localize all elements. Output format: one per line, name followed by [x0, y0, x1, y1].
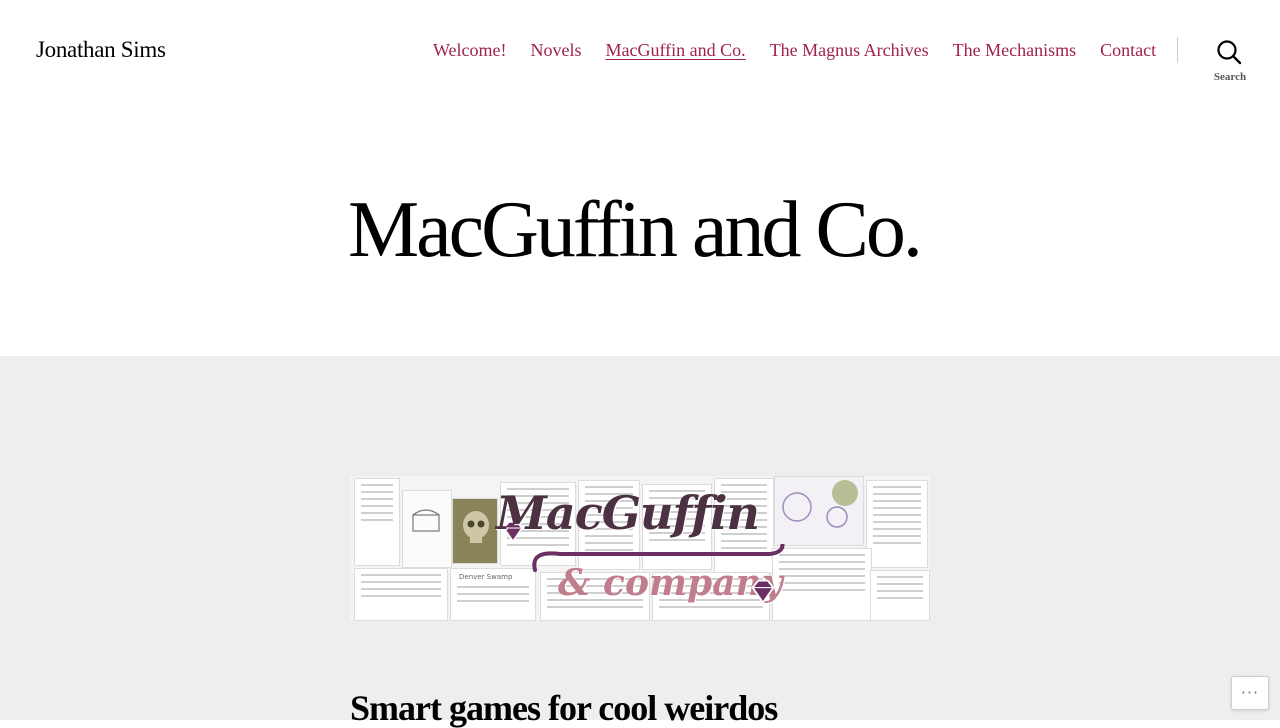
nav-item-contact[interactable]: Contact [1100, 38, 1156, 62]
page-title: MacGuffin and Co. [348, 186, 923, 274]
collage-sheet [402, 490, 452, 568]
nav-item-mechanisms[interactable]: The Mechanisms [953, 38, 1076, 62]
collage-sheet [354, 478, 400, 566]
search-icon [1217, 40, 1242, 65]
macguffin-banner-image: Denver Swamp MacGuffin & company [350, 476, 930, 621]
more-icon: ··· [1240, 683, 1260, 702]
search-button[interactable] [1215, 38, 1243, 66]
nav-item-welcome[interactable]: Welcome! [433, 38, 507, 62]
more-options-button[interactable]: ··· [1231, 676, 1269, 710]
nav-divider [1177, 37, 1178, 63]
nav-item-macguffin[interactable]: MacGuffin and Co. [606, 38, 746, 62]
nav-item-magnus-archives[interactable]: The Magnus Archives [770, 38, 929, 62]
site-title[interactable]: Jonathan Sims [36, 36, 166, 64]
collage-sheet-skull [452, 498, 498, 564]
gem-icon [751, 579, 775, 605]
search-label[interactable]: Search [1211, 69, 1249, 85]
nav-item-novels[interactable]: Novels [531, 38, 582, 62]
collage-sheet: Denver Swamp [450, 568, 536, 621]
section-heading: Smart games for cool weirdos [350, 688, 778, 728]
primary-nav: Welcome! Novels MacGuffin and Co. The Ma… [433, 38, 1180, 62]
collage-sheet [870, 570, 930, 621]
collage-sheet-flowers [774, 476, 864, 546]
collage-sheet [866, 480, 928, 568]
logo-macguffin: MacGuffin [496, 486, 760, 540]
site-header: Jonathan Sims Welcome! Novels MacGuffin … [0, 0, 1280, 100]
collage-sheet [354, 568, 448, 621]
